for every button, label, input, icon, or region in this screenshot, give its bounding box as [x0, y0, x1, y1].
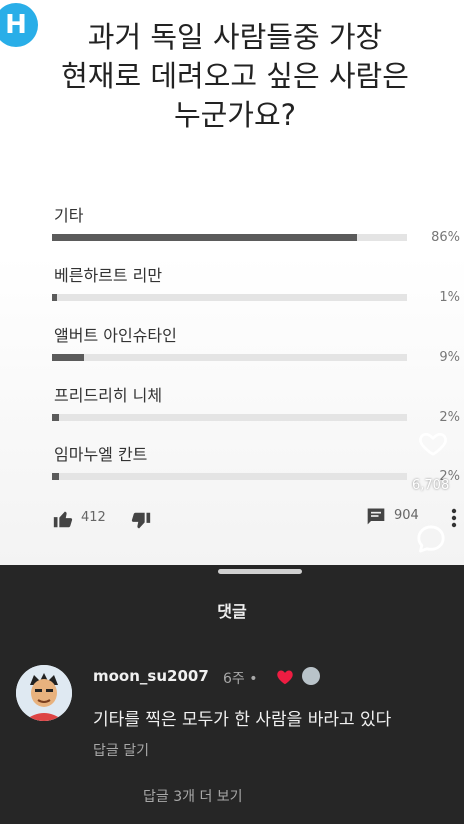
more-vertical-icon[interactable]: [451, 507, 457, 529]
option-label: 앨버트 아인슈타인: [54, 326, 177, 345]
option-bar-fill: [52, 294, 57, 301]
comments-sheet: 댓글 moon_su2007 6주 • 기타를 찍은 모두가 한 사람을 바라고…: [0, 565, 464, 824]
comment-text: 기타를 찍은 모두가 한 사람을 바라고 있다: [93, 710, 392, 730]
option-bar-fill: [52, 473, 59, 480]
option-bar-track: [52, 473, 407, 480]
comment-time: 6주 •: [223, 668, 258, 688]
thumbs-up-icon[interactable]: [52, 508, 74, 530]
thumbs-down-icon[interactable]: [130, 510, 152, 532]
option-bar-fill: [52, 234, 357, 241]
option-bar-track: [52, 414, 407, 421]
option-bar-fill: [52, 354, 84, 361]
option-label: 프리드리히 니체: [54, 386, 163, 405]
poll-option[interactable]: 임마누엘 칸트 2%: [52, 441, 462, 501]
comment-username[interactable]: moon_su2007: [93, 667, 209, 685]
option-percent: 2%: [439, 410, 460, 425]
option-bar-fill: [52, 414, 59, 421]
option-bar-track: [52, 294, 407, 301]
reply-button[interactable]: 답글 달기: [93, 740, 149, 760]
poll-option[interactable]: 프리드리히 니체 2%: [52, 382, 462, 442]
sheet-drag-handle[interactable]: [218, 569, 302, 574]
option-label: 임마누엘 칸트: [54, 445, 148, 464]
poll-question: 과거 독일 사람들중 가장 현재로 데려오고 싶은 사람은 누군가요?: [20, 18, 450, 135]
creator-avatar: [302, 667, 320, 685]
question-line: 현재로 데려오고 싶은 사람은: [61, 59, 409, 93]
comment-icon[interactable]: [366, 506, 386, 526]
question-line: 누군가요?: [173, 98, 297, 132]
poll-option[interactable]: 앨버트 아인슈타인 9%: [52, 322, 462, 382]
option-percent: 86%: [431, 230, 460, 245]
heart-outline-icon[interactable]: [418, 428, 448, 458]
poll-post: H 과거 독일 사람들중 가장 현재로 데려오고 싶은 사람은 누군가요? 기타…: [0, 0, 464, 565]
poll-option[interactable]: 기타 86%: [52, 202, 462, 262]
option-label: 기타: [54, 206, 84, 225]
avatar[interactable]: [16, 665, 72, 721]
favorite-count: 6,708: [412, 478, 450, 493]
option-bar-track: [52, 354, 407, 361]
red-heart-icon[interactable]: [276, 669, 294, 685]
poll-option[interactable]: 베른하르트 리만 1%: [52, 262, 462, 322]
view-more-replies[interactable]: 답글 3개 더 보기: [143, 786, 243, 806]
question-line: 과거 독일 사람들중 가장: [87, 20, 383, 54]
option-percent: 1%: [439, 290, 460, 305]
comment-time-separator: •: [249, 671, 258, 687]
like-count: 412: [81, 510, 106, 525]
comment-bubble-icon[interactable]: [414, 522, 448, 556]
option-bar-track: [52, 234, 407, 241]
comment-time-value: 6주: [223, 671, 245, 687]
option-label: 베른하르트 리만: [54, 266, 163, 285]
option-percent: 9%: [439, 350, 460, 365]
sheet-title: 댓글: [217, 602, 247, 621]
comment-count: 904: [394, 508, 419, 523]
